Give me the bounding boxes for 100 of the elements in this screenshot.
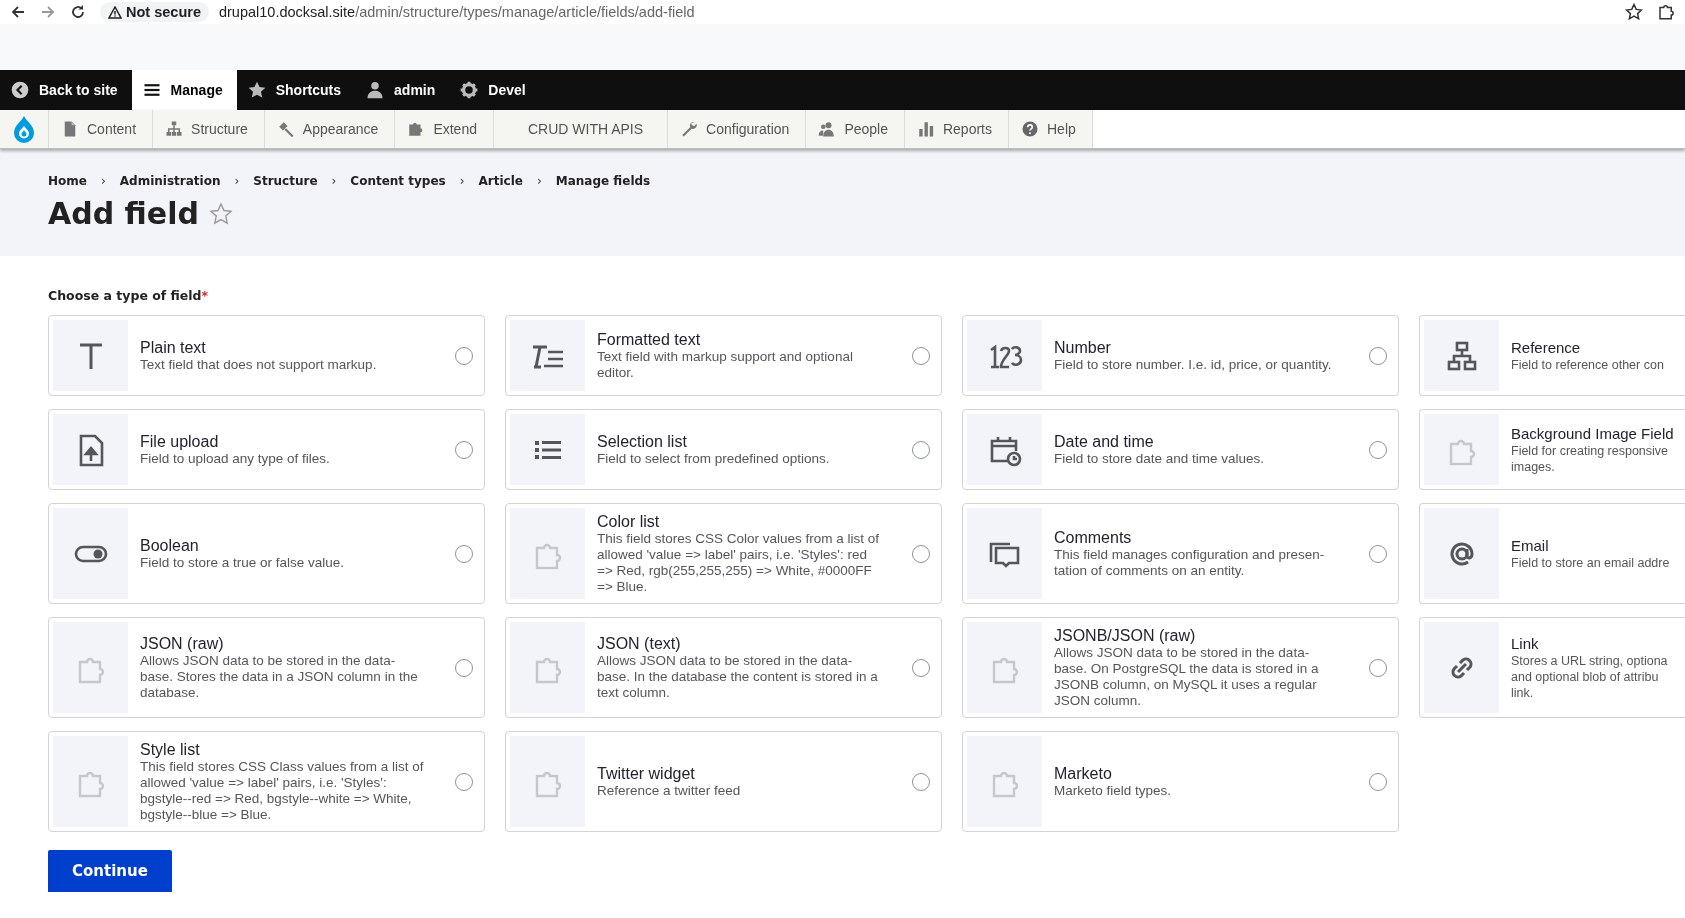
admin-menu-item[interactable]: Appearance: [264, 110, 396, 148]
admin-menu-item[interactable]: Reports: [904, 110, 1009, 148]
breadcrumb-link[interactable]: Structure: [253, 174, 318, 188]
field-type-description: Reference a twitter feed: [597, 783, 742, 799]
field-type-description: Field to store an email addre: [1511, 555, 1671, 571]
back-arrow-icon[interactable]: [10, 4, 26, 20]
field-type-description: Text field that does not support markup.: [140, 357, 378, 373]
field-type-description: Marketo field types.: [1054, 783, 1173, 799]
field-type-card[interactable]: Link Stores a URL string, optiona and optional blob of attribu link.: [1419, 617, 1685, 718]
field-type-title: Date and time: [1054, 432, 1155, 451]
page-title: Add field: [48, 196, 199, 231]
admin-menu-item[interactable]: Content: [49, 110, 154, 148]
url-text: drupal10.docksal.site/admin/structure/types/manage/article/fields/add-field: [218, 4, 695, 20]
field-type-card[interactable]: File upload Field to upload any type of files.: [48, 409, 485, 490]
admin-menu-item[interactable]: People: [806, 110, 905, 148]
field-type-title: Reference: [1511, 338, 1582, 357]
field-type-card[interactable]: Email Field to store an email addre: [1419, 503, 1685, 604]
continue-button[interactable]: Continue: [48, 850, 172, 892]
field-type-card[interactable]: Style list This field stores CSS Class values from a list of allowed 'value => label' pairs, i.e. 'Styles': bgstyle--red => Red, bgstyle--white => White, bgstyle--blue => Blue.: [48, 731, 485, 832]
admin-menu-item[interactable]: Structure: [153, 110, 265, 148]
breadcrumb-link[interactable]: Home: [48, 174, 87, 188]
field-type-description: This field stores CSS Color values from a list of allowed 'value => label' pairs, i.e. 'Styles': red => Red, rgb(255,255,255) => White, #0000FF => Blue.: [597, 531, 881, 595]
field-type-label: Choose a type of field: [48, 288, 202, 303]
field-type-description: Allows JSON data to be stored in the data- base. On PostgreSQL the data is stored in a JSONB column, on MySQL it uses a regular JSON column.: [1054, 645, 1320, 709]
field-type-title: JSON (raw): [140, 634, 225, 653]
field-type-description: This field manages configuration and presen- tation of comments on an entity.: [1054, 547, 1326, 579]
shortcut-star-icon[interactable]: [208, 201, 233, 226]
field-type-card[interactable]: Selection list Field to select from predefined options.: [505, 409, 942, 490]
field-type-description: Text field with markup support and optional editor.: [597, 349, 854, 381]
admin-menu-item[interactable]: Extend: [395, 110, 494, 148]
bookmark-star-icon[interactable]: [1625, 3, 1643, 21]
field-type-card[interactable]: Boolean Field to store a true or false value.: [48, 503, 485, 604]
field-type-description: Field to reference other con: [1511, 357, 1665, 373]
field-type-title: JSONB/JSON (raw): [1054, 626, 1197, 645]
breadcrumb-link[interactable]: Administration: [119, 174, 221, 188]
field-type-title: Plain text: [140, 338, 207, 357]
field-type-description: This field stores CSS Class values from a list of allowed 'value => label' pairs, i.e. 'Styles': bgstyle--red => Red, bgstyle--white => White, bgstyle--blue => Blue.: [140, 759, 425, 823]
field-type-title: Boolean: [140, 536, 200, 555]
field-type-title: Color list: [597, 512, 661, 531]
star-icon: [246, 80, 267, 100]
field-type-title: Formatted text: [597, 330, 702, 349]
forward-arrow-icon[interactable]: [40, 4, 56, 20]
field-type-title: Background Image Field: [1511, 424, 1674, 443]
field-type-card[interactable]: Number Field to store number. I.e. id, price, or quantity.: [962, 315, 1399, 396]
field-type-title: Number: [1054, 338, 1112, 357]
reload-icon[interactable]: [70, 4, 86, 20]
admin-menu-item[interactable]: CRUD WITH APIS: [493, 110, 669, 148]
breadcrumb-link[interactable]: Article: [478, 174, 523, 188]
field-type-title: Link: [1511, 634, 1540, 653]
field-type-description: Field to select from predefined options.: [597, 451, 831, 467]
field-type-card[interactable]: Twitter widget Reference a twitter feed: [505, 731, 942, 832]
toolbar-tab[interactable]: Manage: [131, 70, 237, 110]
wrench-icon: [680, 120, 699, 138]
field-type-description: Field to store a true or false value.: [140, 555, 346, 571]
field-type-title: File upload: [140, 432, 220, 451]
field-type-description: Field to store number. I.e. id, price, or quantity.: [1054, 357, 1333, 373]
breadcrumb-separator: ›: [234, 174, 240, 188]
breadcrumb-link[interactable]: Content types: [350, 174, 446, 188]
field-type-card[interactable]: Background Image Field Field for creating responsive images.: [1419, 409, 1685, 490]
sitemap-icon: [165, 120, 184, 138]
security-label: Not secure: [126, 4, 201, 20]
field-type-card[interactable]: Reference Field to reference other con: [1419, 315, 1685, 396]
field-type-description: Allows JSON data to be stored in the data- base. In the database the content is stored in a text column.: [597, 653, 879, 701]
admin-menu-item[interactable]: Help: [1009, 110, 1093, 148]
drop-logo[interactable]: [12, 115, 36, 143]
field-type-card[interactable]: Comments This field manages configuration and presen- tation of comments on an entity.: [962, 503, 1399, 604]
puzzle-icon[interactable]: [1657, 3, 1675, 21]
field-type-title: Comments: [1054, 528, 1133, 547]
breadcrumb-current: Manage fields: [555, 174, 651, 188]
people-icon: [818, 120, 837, 138]
toolbar-tab[interactable]: Back to site: [0, 70, 132, 110]
admin-menu-item[interactable]: Configuration: [668, 110, 807, 148]
field-type-card[interactable]: JSONB/JSON (raw) Allows JSON data to be stored in the data- base. On PostgreSQL the data is stored in a JSONB column, on MySQL it uses a regular JSON column.: [962, 617, 1399, 718]
bar-chart-icon: [916, 120, 935, 138]
settings-icon: [459, 80, 480, 100]
field-type-card[interactable]: JSON (text) Allows JSON data to be stored in the data- base. In the database the content is stored in a text column.: [505, 617, 942, 718]
warning-icon: [108, 5, 122, 19]
field-type-card[interactable]: Color list This field stores CSS Color values from a list of allowed 'value => label' pairs, i.e. 'Styles': red => Red, rgb(255,255,255) => White, #0000FF => Blue.: [505, 503, 942, 604]
toolbar-tab[interactable]: Devel: [449, 70, 540, 110]
toolbar-tab[interactable]: admin: [355, 70, 450, 110]
field-type-card[interactable]: Marketo Marketo field types.: [962, 731, 1399, 832]
breadcrumb-separator: ›: [459, 174, 465, 188]
field-type-description: Field to upload any type of files.: [140, 451, 331, 467]
field-type-card[interactable]: Formatted text Text field with markup support and optional editor.: [505, 315, 942, 396]
field-type-card[interactable]: Date and time Field to store date and time values.: [962, 409, 1399, 490]
security-indicator[interactable]: Not secure: [100, 2, 209, 22]
breadcrumb-separator: ›: [100, 174, 106, 188]
field-type-title: Selection list: [597, 432, 688, 451]
field-type-title: Email: [1511, 536, 1550, 555]
field-type-title: Twitter widget: [597, 764, 696, 783]
toolbar-tab[interactable]: Shortcuts: [236, 70, 356, 110]
field-type-card[interactable]: Plain text Text field that does not support markup.: [48, 315, 485, 396]
field-type-description: Stores a URL string, optiona and optional blob of attribu link.: [1511, 653, 1669, 701]
field-type-title: Style list: [140, 740, 201, 759]
field-type-description: Field for creating responsive images.: [1511, 443, 1670, 475]
field-type-description: Allows JSON data to be stored in the data- base. Stores the data in a JSON column in the database.: [140, 653, 419, 701]
field-type-title: JSON (text): [597, 634, 682, 653]
field-type-title: Marketo: [1054, 764, 1113, 783]
field-type-card[interactable]: JSON (raw) Allows JSON data to be stored in the data- base. Stores the data in a JSON column in the database.: [48, 617, 485, 718]
field-type-description: Field to store date and time values.: [1054, 451, 1266, 467]
